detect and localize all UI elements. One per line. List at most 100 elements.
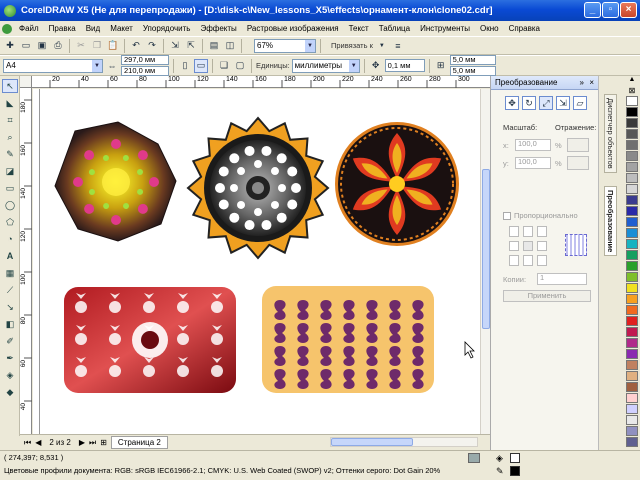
palette-swatch[interactable] xyxy=(626,140,638,150)
next-page-icon[interactable]: ▶ xyxy=(79,438,85,447)
size-mode-icon[interactable]: ⇲ xyxy=(556,96,570,110)
ruler-origin[interactable] xyxy=(20,76,32,88)
palette-swatch[interactable] xyxy=(626,107,638,117)
palette-swatch[interactable] xyxy=(626,129,638,139)
save-icon[interactable]: ▣ xyxy=(35,39,49,53)
zoom-tool-icon[interactable]: ⌕ xyxy=(2,130,18,144)
application-launcher-icon[interactable]: ▤ xyxy=(207,39,221,53)
palette-swatch[interactable] xyxy=(626,316,638,326)
palette-swatch[interactable] xyxy=(626,162,638,172)
nudge-distance-input[interactable]: 0,1 мм xyxy=(384,59,425,72)
no-color-icon[interactable]: ⊠ xyxy=(624,86,640,96)
rectangle-tool-icon[interactable]: ▭ xyxy=(2,181,18,195)
eyedropper-tool-icon[interactable]: ✐ xyxy=(2,334,18,348)
palette-swatch[interactable] xyxy=(626,272,638,282)
snap-to-button[interactable]: Привязать к xyxy=(331,41,373,50)
landscape-icon[interactable]: ▭ xyxy=(194,58,208,73)
palette-swatch[interactable] xyxy=(626,426,638,436)
copy-icon[interactable]: ❐ xyxy=(90,39,104,53)
palette-swatch[interactable] xyxy=(626,360,638,370)
palette-swatch[interactable] xyxy=(626,371,638,381)
shape-tool-icon[interactable]: ◣ xyxy=(2,96,18,110)
duplicate-x-input[interactable]: 5,0 мм xyxy=(449,55,496,65)
redo-icon[interactable]: ↷ xyxy=(145,39,159,53)
red-damask-panel[interactable] xyxy=(64,287,236,393)
menu-bitmaps[interactable]: Растровые изображения xyxy=(242,24,344,33)
menu-table[interactable]: Таблица xyxy=(374,24,415,33)
palette-swatch[interactable] xyxy=(626,239,638,249)
palette-swatch[interactable] xyxy=(626,217,638,227)
menu-tools[interactable]: Инструменты xyxy=(415,24,475,33)
palette-swatch[interactable] xyxy=(626,118,638,128)
prev-page-icon[interactable]: ◀ xyxy=(35,438,41,447)
palette-swatch[interactable] xyxy=(626,404,638,414)
horizontal-ruler[interactable]: 20 40 60 80 100 120 140 160 180 200 220 240 260 280 30… xyxy=(32,76,490,88)
menu-effects[interactable]: Эффекты xyxy=(195,24,241,33)
cut-icon[interactable]: ✂ xyxy=(74,39,88,53)
maximize-button[interactable]: ▫ xyxy=(602,2,619,18)
mirror-horizontal-button[interactable] xyxy=(567,138,589,152)
horizontal-scrollbar[interactable] xyxy=(330,437,478,447)
collapse-icon[interactable]: » xyxy=(580,76,584,90)
dimension-tool-icon[interactable]: ⟋ xyxy=(2,283,18,297)
palette-swatch[interactable] xyxy=(626,96,638,106)
interactive-fill-tool-icon[interactable]: ◆ xyxy=(2,385,18,399)
vertical-scroll-thumb[interactable] xyxy=(482,169,490,329)
units-select[interactable]: миллиметры ▼ xyxy=(291,58,360,73)
pick-tool-icon[interactable]: ↖ xyxy=(2,79,18,93)
zoom-level-select[interactable]: 67% ▼ xyxy=(254,38,316,53)
last-page-icon[interactable]: ⏭ xyxy=(89,438,96,448)
vertical-ruler[interactable]: 180 160 140 120 100 80 60 40 xyxy=(20,88,32,434)
palette-swatch[interactable] xyxy=(626,437,638,447)
chevron-down-icon[interactable]: ▼ xyxy=(375,39,389,53)
palette-swatch[interactable] xyxy=(626,151,638,161)
menu-edit[interactable]: Правка xyxy=(44,24,81,33)
tab-page-2[interactable]: Страница 2 xyxy=(110,436,168,449)
page-size-select[interactable]: A4 ▼ xyxy=(3,58,103,73)
export-icon[interactable]: ⇱ xyxy=(184,39,198,53)
document-icon[interactable] xyxy=(2,23,12,34)
octagon-ornament[interactable] xyxy=(54,121,177,242)
circle-ornament[interactable] xyxy=(335,122,459,246)
ellipse-tool-icon[interactable]: ◯ xyxy=(2,198,18,212)
menu-view[interactable]: Вид xyxy=(81,24,105,33)
menu-help[interactable]: Справка xyxy=(504,24,545,33)
apply-button[interactable]: Применить xyxy=(503,290,591,302)
palette-swatch[interactable] xyxy=(626,349,638,359)
polygon-tool-icon[interactable]: ⬠ xyxy=(2,215,18,229)
palette-swatch[interactable] xyxy=(626,261,638,271)
copies-input[interactable]: 1 xyxy=(537,273,587,285)
add-page-icon[interactable]: ⊞ xyxy=(100,438,107,447)
proportional-option[interactable]: Пропорционально xyxy=(503,211,578,220)
color-proof-icon[interactable] xyxy=(468,453,480,463)
color-profile-info[interactable]: Цветовые профили документа: RGB: sRGB IE… xyxy=(4,466,440,475)
menu-arrange[interactable]: Упорядочить xyxy=(138,24,196,33)
scale-mode-icon[interactable]: ⤢ xyxy=(539,96,553,110)
first-page-icon[interactable]: ⏮ xyxy=(24,438,31,448)
menu-layout[interactable]: Макет xyxy=(105,24,138,33)
vertical-scrollbar[interactable] xyxy=(480,89,490,434)
tab-transform[interactable]: Преобразование xyxy=(604,186,617,257)
menu-window[interactable]: Окно xyxy=(475,24,504,33)
palette-swatch[interactable] xyxy=(626,327,638,337)
minimize-button[interactable]: _ xyxy=(584,2,601,18)
close-button[interactable]: × xyxy=(620,2,637,18)
outline-pen-tool-icon[interactable]: ✒ xyxy=(2,351,18,365)
palette-swatch[interactable] xyxy=(626,382,638,392)
welcome-screen-icon[interactable]: ◫ xyxy=(223,39,237,53)
freehand-tool-icon[interactable]: ✎ xyxy=(2,147,18,161)
paste-icon[interactable]: 📋 xyxy=(106,39,120,53)
drawing-canvas[interactable] xyxy=(33,89,480,434)
palette-swatch[interactable] xyxy=(626,184,638,194)
fill-color-swatch[interactable] xyxy=(510,453,520,463)
duplicate-y-input[interactable]: 5,0 мм xyxy=(449,66,496,76)
print-icon[interactable]: ⎙ xyxy=(51,39,65,53)
tab-object-manager[interactable]: Диспетчер объектов xyxy=(604,94,617,173)
palette-swatch[interactable] xyxy=(626,283,638,293)
rotate-mode-icon[interactable]: ↻ xyxy=(522,96,536,110)
palette-swatch[interactable] xyxy=(626,173,638,183)
current-page-icon[interactable]: ▢ xyxy=(233,59,247,73)
outline-color-swatch[interactable] xyxy=(510,466,520,476)
menu-file[interactable]: Файл xyxy=(14,24,44,33)
blend-tool-icon[interactable]: ◧ xyxy=(2,317,18,331)
